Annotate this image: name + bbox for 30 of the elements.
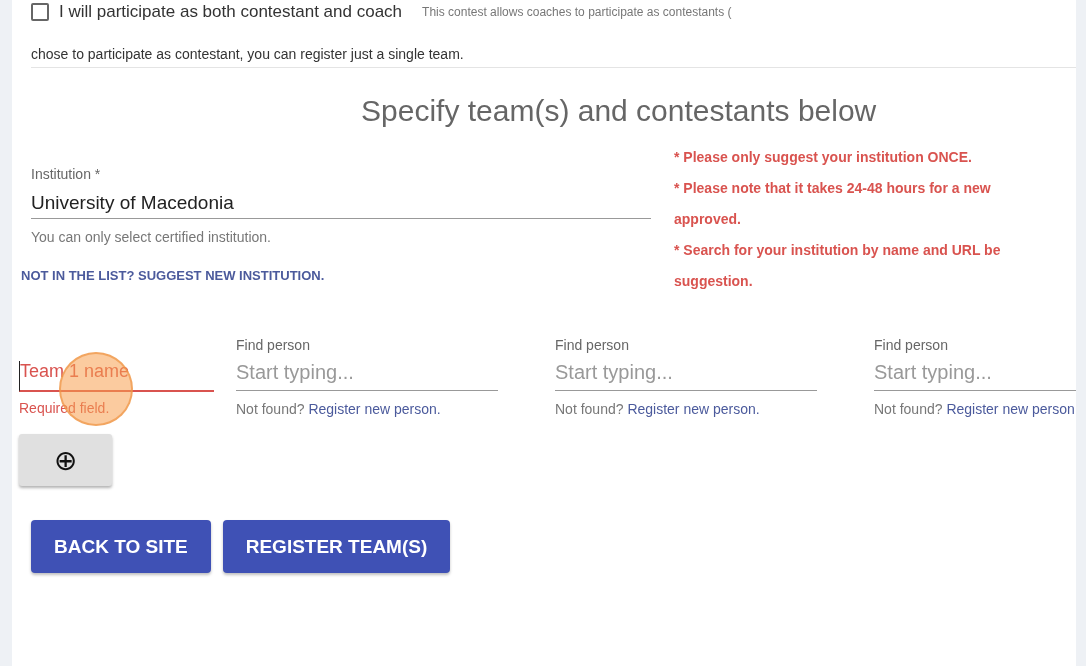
warning-text: suggestion.: [674, 272, 754, 291]
institution-field[interactable]: Institution * University of Macedonia: [31, 158, 651, 219]
section-title: Specify team(s) and contestants below: [361, 94, 878, 128]
action-button[interactable]: REGISTER TEAM(S): [222, 520, 451, 573]
warning-text: approved.: [674, 210, 742, 229]
field-label: Institution *: [31, 166, 102, 182]
person-search-field[interactable]: Start typing...: [236, 361, 498, 391]
checkbox-label: I will participate as both contestant and coach: [59, 2, 403, 22]
team-name-field[interactable]: Team 1 name: [19, 361, 214, 392]
note-text: This contest allows coaches to participate as contestants (: [422, 5, 732, 19]
person-search-field[interactable]: Start typing...: [874, 361, 1076, 391]
field-hint: You can only select certified institution.: [31, 229, 272, 245]
action-button[interactable]: BACK TO SITE: [31, 520, 211, 573]
checkbox[interactable]: [31, 3, 49, 21]
field-hint: Not found?: [874, 401, 943, 417]
register-person-link[interactable]: Register new person.: [308, 401, 441, 417]
field-label: Find person: [236, 337, 311, 353]
warning-text: * Search for your institution by name and URL be: [674, 241, 1001, 260]
field-hint: Not found?: [236, 401, 305, 417]
warning-text: * Please note that it takes 24-48 hours for a new: [674, 179, 992, 198]
register-person-link[interactable]: Register new person.: [627, 401, 760, 417]
register-person-link[interactable]: Register new person.: [946, 401, 1076, 417]
warning-text: * Please only suggest your institution ONCE.: [674, 148, 973, 167]
field-label: Find person: [874, 337, 949, 353]
add-team-button[interactable]: ⊕: [19, 434, 112, 486]
note-text: chose to participate as contestant, you can register just a single team.: [31, 23, 1076, 68]
field-hint: Not found?: [555, 401, 624, 417]
suggest-institution-link[interactable]: NOT IN THE LIST? SUGGEST NEW INSTITUTION.: [21, 268, 325, 283]
person-search-field[interactable]: Start typing...: [555, 361, 817, 391]
field-label: Find person: [555, 337, 630, 353]
